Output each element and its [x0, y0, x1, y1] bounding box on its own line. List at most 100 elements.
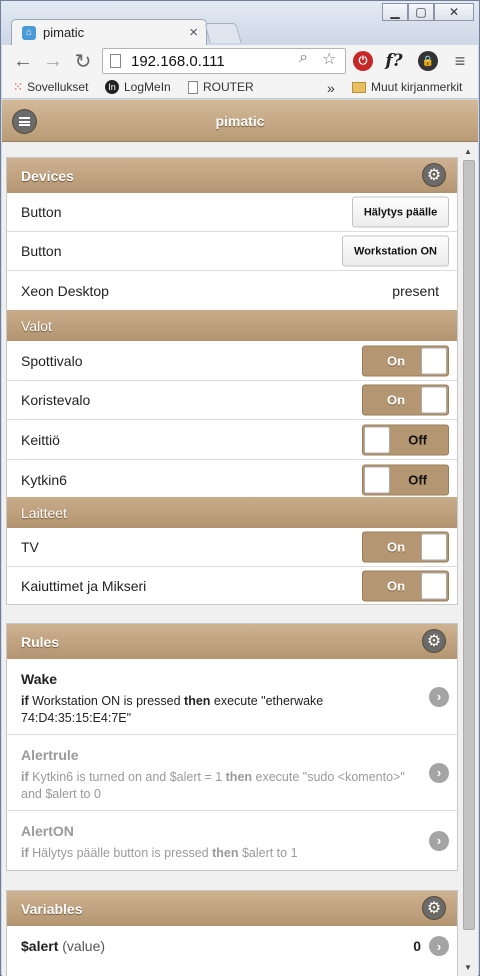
device-row: Button Hälytys päälle [7, 193, 457, 232]
page-icon [110, 54, 121, 68]
switch-row: Keittiö Off [7, 420, 457, 460]
logmein-icon: In [105, 80, 119, 94]
toggle-state-label: Off [408, 472, 427, 487]
rule-condition: Hälytys päälle button is pressed [28, 846, 213, 860]
workstation-on-button[interactable]: Workstation ON [342, 235, 449, 267]
menu-hamburger-icon[interactable]: ≡ [450, 51, 470, 71]
switch-row: Koristevalo On [7, 381, 457, 420]
rule-text: if Kytkin6 is turned on and $alert = 1 t… [21, 769, 411, 803]
toggle-knob [421, 386, 447, 414]
rule-item-wake[interactable]: Wake if Workstation ON is pressed then e… [7, 659, 457, 735]
switch-toggle[interactable]: On [362, 345, 449, 376]
switch-label: TV [21, 539, 39, 555]
rule-action: $alert to 1 [238, 846, 298, 860]
app-title: pimatic [215, 113, 265, 129]
switch-label: Kaiuttimet ja Mikseri [21, 578, 147, 594]
device-row: Xeon Desktop present [7, 271, 457, 310]
switch-label: Kytkin6 [21, 471, 67, 488]
gear-icon[interactable]: ⚙ [423, 164, 445, 186]
devices-title: Devices [21, 167, 74, 184]
device-row: Button Workstation ON [7, 232, 457, 271]
chevron-right-icon[interactable]: › [429, 686, 449, 707]
variable-row[interactable]: $alert (value) 0 › [7, 926, 457, 966]
halytys-paalle-button[interactable]: Hälytys päälle [352, 196, 449, 228]
zoom-search-icon[interactable]: ⌕ [299, 49, 308, 67]
group-title: Laitteet [21, 504, 67, 521]
bookmark-label: ROUTER [203, 80, 254, 94]
switch-toggle[interactable]: On [362, 531, 449, 563]
presence-value: present [392, 282, 439, 299]
other-bookmarks-label: Muut kirjanmerkit [371, 80, 463, 94]
chevron-right-icon[interactable]: › [429, 762, 449, 783]
maximize-icon[interactable]: ▢ [408, 3, 434, 21]
rule-item-alertrule[interactable]: Alertrule if Kytkin6 is turned on and $a… [7, 735, 457, 811]
reload-icon[interactable]: ↻ [72, 50, 94, 73]
devices-panel: Devices ⚙ Button Hälytys päälle Button W… [6, 157, 458, 605]
chevron-right-icon[interactable]: › [429, 830, 449, 851]
rule-then-keyword: then [212, 846, 239, 860]
pimatic-app: pimatic ▲ ▼ Devices ⚙ Button Hälytys pää… [2, 100, 478, 976]
bookmarks-overflow-button[interactable]: » [327, 80, 335, 96]
lock-extension-icon[interactable]: 🔒 [418, 51, 438, 71]
group-title: Valot [21, 317, 52, 334]
switch-row: Kaiuttimet ja Mikseri On [7, 567, 457, 605]
browser-tab[interactable]: ⌂ pimatic × [11, 19, 207, 45]
toggle-knob [364, 466, 390, 493]
bookmark-apps[interactable]: ⁙ Sovellukset [13, 80, 88, 94]
gear-icon[interactable]: ⚙ [423, 897, 445, 919]
bookmark-label: LogMeIn [124, 80, 171, 94]
toggle-knob [421, 533, 447, 561]
function-extension-icon[interactable]: f? [384, 51, 404, 71]
close-window-icon[interactable]: ✕ [434, 3, 474, 21]
url-text: 192.168.0.111 [131, 52, 225, 70]
scroll-up-icon[interactable]: ▲ [464, 147, 472, 156]
rule-if-keyword: if [21, 770, 29, 784]
switch-toggle[interactable]: On [362, 570, 449, 602]
rule-then-keyword: then [184, 694, 211, 708]
switch-row: Kytkin6 Off [7, 460, 457, 499]
toggle-knob [421, 347, 447, 374]
scrollbar-thumb[interactable] [463, 160, 475, 930]
variable-value: 0 [413, 938, 421, 954]
back-arrow-icon[interactable]: ← [12, 50, 34, 72]
variables-title: Variables [21, 900, 83, 917]
address-bar[interactable]: 192.168.0.111 [102, 48, 346, 74]
minimize-icon[interactable]: ▁ [382, 3, 408, 21]
bookmark-star-icon[interactable]: ☆ [322, 49, 336, 69]
browser-window: ▁ ▢ ✕ ⌂ pimatic × ← → ↻ 192.168.0.111 ⌕ … [0, 0, 480, 976]
rules-title: Rules [21, 633, 60, 650]
bookmarks-bar: ⁙ Sovellukset In LogMeIn ROUTER » Muut k… [2, 77, 478, 99]
other-bookmarks[interactable]: Muut kirjanmerkit [352, 80, 462, 94]
switch-label: Keittiö [21, 431, 60, 448]
app-header: pimatic [2, 100, 478, 142]
forward-arrow-icon[interactable]: → [42, 50, 64, 72]
switch-toggle[interactable]: Off [362, 424, 449, 455]
toggle-knob [364, 426, 390, 453]
scrollbar[interactable]: ▲ ▼ [460, 143, 476, 976]
bookmark-logmein[interactable]: In LogMeIn [105, 80, 171, 94]
rule-name: Wake [21, 671, 58, 687]
rule-item-alerton[interactable]: AlertON if Hälytys päälle button is pres… [7, 811, 457, 870]
rule-name: AlertON [21, 823, 74, 839]
switch-toggle[interactable]: On [362, 384, 449, 416]
tab-close-icon[interactable]: × [189, 24, 198, 41]
folder-icon [352, 81, 366, 93]
device-label: Xeon Desktop [21, 282, 109, 299]
toggle-knob [421, 572, 447, 600]
switch-toggle[interactable]: Off [362, 464, 449, 495]
rule-if-keyword: if [21, 694, 29, 708]
bookmark-router[interactable]: ROUTER [188, 80, 254, 94]
stop-extension-icon[interactable]: ⏻ [353, 51, 373, 71]
title-bar: ▁ ▢ ✕ ⌂ pimatic × [1, 1, 479, 45]
toggle-state-label: Off [408, 432, 427, 447]
rule-text: if Hälytys päälle button is pressed then… [21, 845, 411, 862]
pimatic-favicon-icon: ⌂ [22, 25, 36, 40]
variable-name: $alert [21, 938, 59, 954]
variables-panel: Variables ⚙ $alert (value) 0 › [6, 890, 458, 976]
variables-header: Variables ⚙ [7, 891, 457, 926]
rules-header: Rules ⚙ [7, 624, 457, 659]
scroll-down-icon[interactable]: ▼ [464, 963, 472, 972]
gear-icon[interactable]: ⚙ [423, 630, 445, 652]
new-tab-button[interactable] [204, 23, 242, 43]
chevron-right-icon[interactable]: › [429, 936, 449, 956]
